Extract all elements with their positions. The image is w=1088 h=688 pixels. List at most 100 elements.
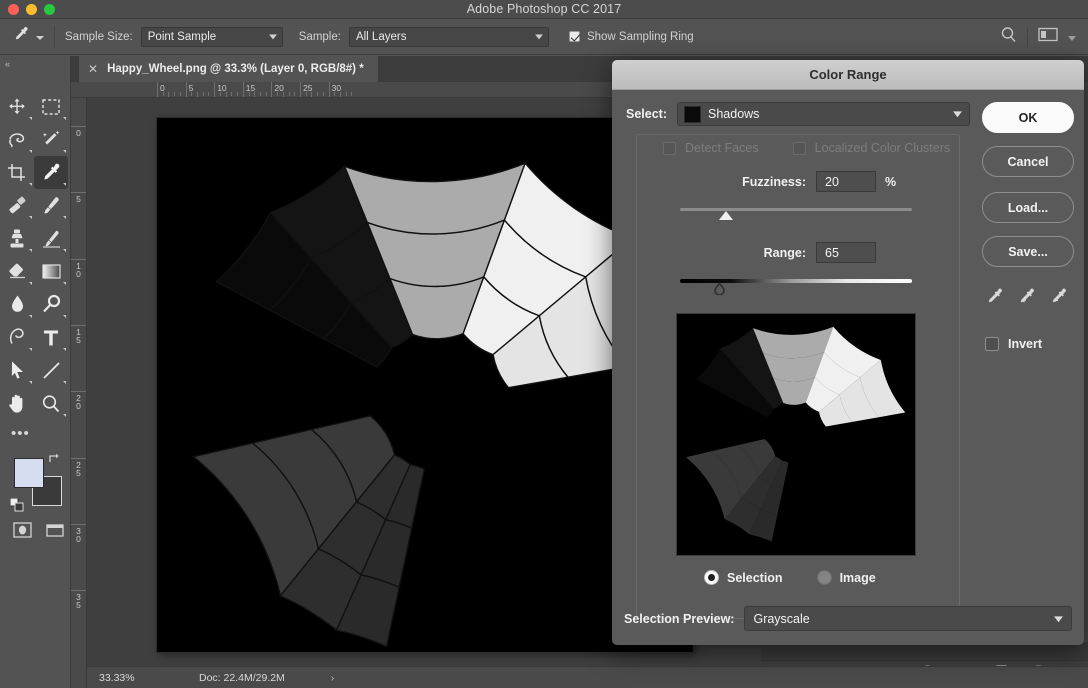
swap-colors-icon[interactable] [48, 452, 61, 468]
workspace-arrange-icon[interactable] [1038, 27, 1058, 47]
collapse-panel-button[interactable]: « [0, 56, 70, 72]
edit-toolbar-button[interactable]: ••• [0, 420, 68, 446]
rectangular-marquee-tool[interactable] [34, 90, 68, 123]
dodge-tool[interactable] [34, 288, 68, 321]
ruler-tick [242, 82, 244, 97]
color-range-dialog: Color Range Select: Shadows Detect Faces… [612, 60, 1084, 645]
cancel-button[interactable]: Cancel [982, 146, 1074, 177]
radio-image[interactable]: Image [816, 570, 876, 585]
spot-healing-tool[interactable] [0, 189, 34, 222]
gradient-tool[interactable] [34, 255, 68, 288]
ruler-minor-tick [259, 92, 261, 96]
quick-mask-icon[interactable] [13, 522, 32, 543]
brush-tool[interactable] [34, 189, 68, 222]
radio-selection[interactable]: Selection [704, 570, 783, 585]
ruler-label: 5 [76, 194, 81, 205]
range-row: Range: 65 [626, 242, 970, 263]
invert-checkbox-row[interactable]: Invert [985, 337, 1074, 351]
blur-tool[interactable] [0, 288, 34, 321]
invert-label: Invert [1008, 337, 1043, 351]
document-tab[interactable]: ✕ Happy_Wheel.png @ 33.3% (Layer 0, RGB/… [79, 56, 378, 82]
fuzziness-slider[interactable] [626, 204, 970, 224]
dialog-left-column: Select: Shadows Detect Faces Localized C… [626, 102, 970, 585]
select-label: Select: [626, 107, 667, 121]
clone-stamp-tool[interactable] [0, 222, 34, 255]
ruler-label: 0 [76, 128, 81, 138]
eyedropper-icon[interactable] [985, 287, 1004, 311]
sample-value: All Layers [355, 30, 407, 43]
select-value: Shadows [708, 107, 760, 121]
fuzziness-row: Fuzziness: 20 % [626, 171, 970, 192]
sample-select[interactable]: All Layers [348, 26, 549, 47]
show-sampling-ring-checkbox[interactable]: Show Sampling Ring [568, 30, 694, 43]
range-slider[interactable] [626, 275, 970, 296]
vertical-ruler[interactable]: 0 5 10 15 20 25 30 35 [71, 98, 87, 688]
default-colors-icon[interactable] [9, 497, 24, 517]
eyedropper-tool[interactable] [34, 156, 68, 189]
ruler-minor-tick [174, 92, 176, 96]
load-button[interactable]: Load... [982, 192, 1074, 223]
fuzziness-slider-thumb[interactable] [719, 211, 734, 220]
ruler-label: 25 [76, 459, 81, 478]
pen-tool[interactable] [0, 321, 34, 354]
close-icon[interactable]: ✕ [88, 62, 98, 76]
status-menu-arrow[interactable]: › [285, 672, 335, 684]
color-swatches [0, 450, 68, 520]
eyedropper-add-icon[interactable] [1017, 287, 1036, 311]
search-icon[interactable] [1000, 26, 1017, 48]
screen-mode-icon[interactable] [46, 522, 65, 543]
range-input[interactable]: 65 [816, 242, 876, 263]
dialog-buttons-column: OK Cancel Load... Save... Invert [982, 102, 1074, 351]
divider [1027, 26, 1028, 47]
select-dropdown[interactable]: Shadows [677, 102, 970, 126]
quick-selection-tool[interactable] [34, 123, 68, 156]
foreground-color-swatch[interactable] [14, 458, 44, 488]
history-brush-tool[interactable] [34, 222, 68, 255]
invert-checkbox[interactable] [985, 337, 999, 351]
range-slider-thumb[interactable] [713, 282, 726, 296]
ruler-tick [185, 82, 187, 97]
path-selection-tool[interactable] [0, 354, 34, 387]
show-sampling-ring-label: Show Sampling Ring [586, 30, 694, 43]
lasso-tool[interactable] [0, 123, 34, 156]
checkbox-box [568, 31, 580, 42]
chevron-down-icon[interactable] [1068, 28, 1076, 46]
selection-preview-thumbnail[interactable] [676, 313, 916, 556]
save-button[interactable]: Save... [982, 236, 1074, 267]
ruler-minor-tick [191, 92, 193, 96]
hand-tool[interactable] [0, 387, 34, 420]
ruler-minor-tick [162, 92, 164, 96]
slider-track [680, 208, 912, 211]
chevron-down-icon[interactable] [36, 28, 44, 46]
radio-image-label: Image [839, 570, 876, 585]
ok-button[interactable]: OK [982, 102, 1074, 133]
zoom-tool[interactable] [34, 387, 68, 420]
ruler-minor-tick [208, 92, 210, 96]
ruler-label: 20 [76, 393, 81, 412]
zoom-level[interactable]: 33.33% [87, 672, 159, 684]
fuzziness-input[interactable]: 20 [816, 171, 876, 192]
ruler-minor-tick [179, 92, 181, 96]
sample-size-value: Point Sample [147, 30, 217, 43]
ruler-label: 15 [76, 327, 81, 346]
ruler-minor-tick [265, 92, 267, 96]
sample-size-select[interactable]: Point Sample [140, 26, 283, 47]
eraser-tool[interactable] [0, 255, 34, 288]
ruler-minor-tick [231, 92, 233, 96]
line-tool[interactable] [34, 354, 68, 387]
detect-faces-checkbox [663, 141, 676, 155]
crop-tool[interactable] [0, 156, 34, 189]
move-tool[interactable] [0, 90, 34, 123]
fuzziness-unit: % [885, 174, 897, 189]
eyedropper-subtract-icon[interactable] [1049, 287, 1068, 311]
fuzziness-label: Fuzziness: [742, 174, 806, 189]
type-tool[interactable] [34, 321, 68, 354]
ruler-tick [157, 82, 158, 97]
tools-panel: « ••• [0, 56, 71, 688]
ruler-tick [214, 82, 216, 97]
dialog-body: Select: Shadows Detect Faces Localized C… [612, 90, 1084, 645]
ruler-tick [328, 82, 330, 97]
selection-preview-dropdown[interactable]: Grayscale [744, 606, 1072, 631]
current-tool-preset[interactable] [12, 25, 44, 48]
preview-mode-radios: Selection Image [704, 570, 970, 585]
